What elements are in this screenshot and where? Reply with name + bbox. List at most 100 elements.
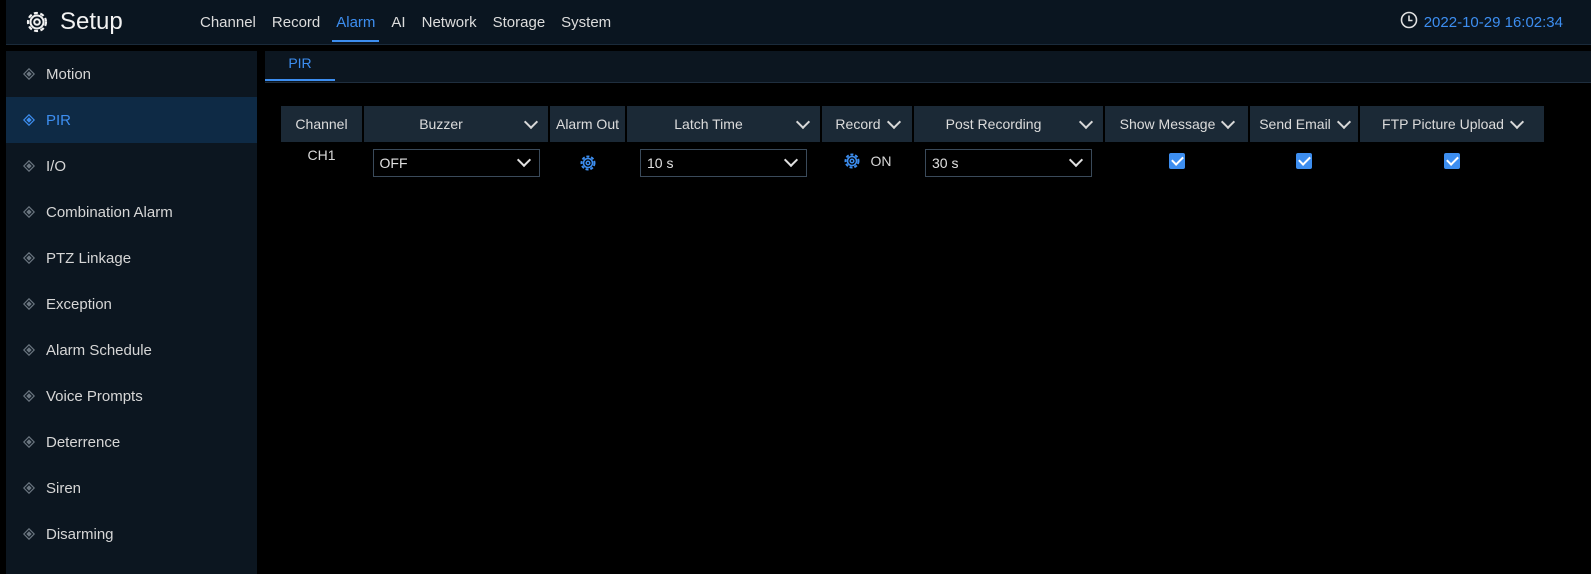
sidebar-item-siren[interactable]: Siren xyxy=(6,465,257,511)
column-header-buzzer[interactable]: Buzzer xyxy=(364,106,548,142)
diamond-icon xyxy=(20,433,38,451)
gear-icon xyxy=(844,153,859,169)
chevron-down-icon[interactable] xyxy=(1078,114,1094,129)
column-header-label: Record xyxy=(835,116,881,132)
show-message-checkbox[interactable] xyxy=(1168,153,1185,169)
nav-system[interactable]: System xyxy=(553,0,619,44)
sidebar-item-label: Deterrence xyxy=(46,433,121,451)
sidebar-item-ptz-linkage[interactable]: PTZ Linkage xyxy=(6,235,257,281)
chevron-down-icon[interactable] xyxy=(886,114,901,129)
sidebar-item-disarming[interactable]: Disarming xyxy=(6,511,257,557)
clock-icon xyxy=(1400,11,1418,33)
cell-ftp-upload xyxy=(1360,142,1544,183)
nav-network[interactable]: Network xyxy=(414,0,485,44)
table-row: CH1 OFF 10 s ON 30 s xyxy=(281,142,1544,183)
diamond-icon xyxy=(20,157,38,175)
sidebar-item-label: Disarming xyxy=(46,525,114,543)
nav-storage[interactable]: Storage xyxy=(485,0,554,44)
column-header-latch-time[interactable]: Latch Time xyxy=(627,106,820,142)
column-header-post-recording[interactable]: Post Recording xyxy=(914,106,1103,142)
sidebar-item-pir[interactable]: PIR xyxy=(6,97,257,143)
clock-datetime: 2022-10-29 16:02:34 xyxy=(1423,13,1563,31)
sidebar-item-label: PIR xyxy=(46,111,72,129)
app-title: Setup xyxy=(24,6,123,38)
cell-latch-time: 10 s xyxy=(627,142,820,183)
sidebar-item-combination-alarm[interactable]: Combination Alarm xyxy=(6,189,257,235)
gear-icon xyxy=(580,155,595,171)
send-email-checkbox[interactable] xyxy=(1296,153,1312,169)
alarm-out-settings-button[interactable] xyxy=(579,154,597,172)
sidebar-item-label: PTZ Linkage xyxy=(46,249,132,267)
top-bar: Setup Channel Record Alarm AI Network St… xyxy=(6,0,1591,45)
chevron-down-icon xyxy=(783,152,799,168)
page-title: Setup xyxy=(60,8,123,35)
clock: 2022-10-29 16:02:34 xyxy=(1400,11,1563,33)
cell-show-message xyxy=(1105,142,1248,183)
post-recording-value: 30 s xyxy=(932,154,959,171)
column-header-show-message[interactable]: Show Message xyxy=(1105,106,1248,142)
cell-record: ON xyxy=(822,142,912,183)
record-settings-button[interactable] xyxy=(843,152,861,170)
column-header-label: Show Message xyxy=(1119,116,1216,132)
sidebar-item-label: Voice Prompts xyxy=(46,387,143,405)
column-header-ftp-picture-upload[interactable]: FTP Picture Upload xyxy=(1360,106,1544,142)
diamond-icon xyxy=(20,479,38,497)
sidebar-item-alarm-schedule[interactable]: Alarm Schedule xyxy=(6,327,257,373)
sidebar-item-deterrence[interactable]: Deterrence xyxy=(6,419,257,465)
column-header-label: Post Recording xyxy=(945,116,1042,132)
table-header-row: Channel Buzzer Alarm Out Latch Time Reco… xyxy=(281,106,1544,142)
nav-ai[interactable]: AI xyxy=(383,0,413,44)
column-header-label: FTP Picture Upload xyxy=(1382,116,1504,132)
record-status: ON xyxy=(870,153,892,169)
column-header-label: Buzzer xyxy=(419,116,463,132)
chevron-down-icon[interactable] xyxy=(1509,114,1525,129)
sidebar-item-label: Motion xyxy=(46,65,92,83)
chevron-down-icon[interactable] xyxy=(795,114,811,129)
sidebar: Motion PIR I/O Combination Alarm PTZ Lin… xyxy=(6,51,257,574)
sidebar-item-label: Exception xyxy=(46,295,112,313)
nav-channel[interactable]: Channel xyxy=(192,0,264,44)
nav-record[interactable]: Record xyxy=(264,0,328,44)
cell-channel: CH1 xyxy=(307,147,336,163)
buzzer-value: OFF xyxy=(379,154,408,171)
cell-buzzer: OFF xyxy=(364,142,548,183)
column-header-channel: Channel xyxy=(281,106,362,142)
chevron-down-icon[interactable] xyxy=(523,114,539,129)
buzzer-select[interactable]: OFF xyxy=(372,148,540,177)
latch-time-select[interactable]: 10 s xyxy=(640,148,807,177)
sidebar-item-label: I/O xyxy=(46,157,67,175)
column-header-label: Latch Time xyxy=(674,116,743,132)
diamond-icon xyxy=(20,525,38,543)
cell-post-recording: 30 s xyxy=(914,142,1103,183)
chevron-down-icon[interactable] xyxy=(1221,114,1236,129)
diamond-icon xyxy=(20,249,38,267)
diamond-icon xyxy=(20,65,38,83)
nav-alarm[interactable]: Alarm xyxy=(328,0,383,44)
sidebar-item-label: Alarm Schedule xyxy=(46,341,152,359)
main-panel: PIR Channel Buzzer Alarm Out Latch Time … xyxy=(257,51,1591,574)
post-recording-select[interactable]: 30 s xyxy=(925,148,1092,177)
column-header-alarm-out: Alarm Out xyxy=(550,106,625,142)
diamond-icon xyxy=(20,111,38,129)
column-header-label: Channel xyxy=(295,116,348,132)
diamond-icon xyxy=(20,203,38,221)
sidebar-item-motion[interactable]: Motion xyxy=(6,51,257,97)
diamond-icon xyxy=(20,387,38,405)
main-nav: Channel Record Alarm AI Network Storage … xyxy=(192,0,619,44)
sidebar-item-label: Siren xyxy=(46,479,82,497)
column-header-record[interactable]: Record xyxy=(822,106,912,142)
sidebar-item-io[interactable]: I/O xyxy=(6,143,257,189)
sidebar-item-exception[interactable]: Exception xyxy=(6,281,257,327)
latch-time-value: 10 s xyxy=(647,154,674,171)
sidebar-item-label: Combination Alarm xyxy=(46,203,173,221)
column-header-send-email[interactable]: Send Email xyxy=(1250,106,1358,142)
sub-tabs: PIR xyxy=(265,51,1591,83)
chevron-down-icon[interactable] xyxy=(1336,114,1351,129)
tab-pir[interactable]: PIR xyxy=(265,51,335,81)
diamond-icon xyxy=(20,341,38,359)
cell-send-email xyxy=(1250,142,1358,183)
gear-icon xyxy=(24,9,50,35)
ftp-upload-checkbox[interactable] xyxy=(1444,153,1460,169)
column-header-label: Alarm Out xyxy=(555,116,619,132)
sidebar-item-voice-prompts[interactable]: Voice Prompts xyxy=(6,373,257,419)
